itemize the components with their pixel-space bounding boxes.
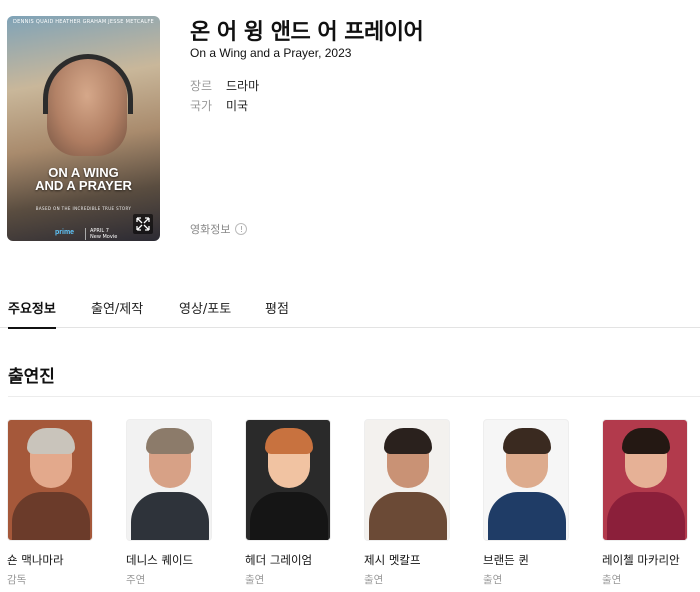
- cast-photo-body: [607, 492, 685, 540]
- meta-value: 드라마: [226, 79, 260, 93]
- cast-name[interactable]: 브랜든 퀸: [483, 552, 573, 568]
- cast-name[interactable]: 헤더 그레이엄: [245, 552, 335, 568]
- movie-info-label: 영화정보: [190, 223, 231, 236]
- cast-member[interactable]: 제시 멧칼프 출연: [364, 419, 454, 587]
- cast-photo[interactable]: [364, 419, 450, 541]
- cast-photo-body: [250, 492, 328, 540]
- meta-label: 국가: [190, 99, 213, 113]
- content-tabs: 주요정보 출연/제작 영상/포토 평점: [0, 288, 700, 329]
- cast-name[interactable]: 숀 맥나마라: [7, 552, 97, 568]
- movie-info-link[interactable]: 영화정보 !: [190, 221, 248, 237]
- tab-media-photo[interactable]: 영상/포토: [179, 288, 231, 328]
- movie-subtitle: On a Wing and a Prayer, 2023: [190, 46, 352, 60]
- cast-photo[interactable]: [483, 419, 569, 541]
- cast-role: 감독: [7, 574, 27, 586]
- cast-member[interactable]: 헤더 그레이엄 출연: [245, 419, 335, 587]
- tab-main-info[interactable]: 주요정보: [8, 288, 56, 329]
- cast-list: 숀 맥나마라 감독 데니스 퀘이드 주연 헤더 그레이엄 출연 제시 멧칼프 출…: [0, 419, 700, 589]
- section-divider: [8, 396, 700, 397]
- cast-photo-body: [131, 492, 209, 540]
- poster-credit: DENNIS QUAID: [13, 19, 54, 25]
- poster-brand-logo: prime: [55, 229, 75, 236]
- cast-name[interactable]: 데니스 퀘이드: [126, 552, 216, 568]
- poster-headset: [43, 54, 133, 114]
- cast-member[interactable]: 레이첼 마카리안 출연: [602, 419, 692, 587]
- cast-photo-hair: [503, 428, 551, 454]
- movie-title: 온 어 윙 앤드 어 프레이어: [190, 20, 424, 45]
- meta-country: 국가 미국: [190, 97, 248, 114]
- cast-photo-body: [12, 492, 90, 540]
- cast-role: 출연: [245, 574, 265, 586]
- cast-photo-hair: [622, 428, 670, 454]
- poster-tagline: BASED ON THE INCREDIBLE TRUE STORY: [35, 206, 132, 211]
- movie-poster[interactable]: DENNIS QUAID HEATHER GRAHAM JESSE METCAL…: [7, 16, 160, 241]
- tab-ratings[interactable]: 평점: [265, 288, 289, 328]
- poster-credit: HEATHER GRAHAM: [55, 19, 107, 25]
- cast-member[interactable]: 데니스 퀘이드 주연: [126, 419, 216, 587]
- cast-role: 출연: [483, 574, 503, 586]
- cast-role: 출연: [602, 574, 622, 586]
- cast-role: 주연: [126, 574, 146, 586]
- poster-release-date: APRIL 7 New Movie: [85, 228, 117, 240]
- cast-photo-body: [488, 492, 566, 540]
- cast-name[interactable]: 레이첼 마카리안: [602, 552, 692, 568]
- cast-role: 출연: [364, 574, 384, 586]
- meta-value: 미국: [226, 99, 249, 113]
- cast-photo-hair: [384, 428, 432, 454]
- poster-title-line: AND A PRAYER: [35, 178, 132, 193]
- cast-photo-hair: [146, 428, 194, 454]
- meta-genre: 장르 드라마: [190, 77, 259, 94]
- cast-photo[interactable]: [245, 419, 331, 541]
- cast-member[interactable]: 브랜든 퀸 출연: [483, 419, 573, 587]
- cast-photo[interactable]: [126, 419, 212, 541]
- expand-icon[interactable]: [133, 214, 153, 234]
- poster-credit: JESSE METCALFE: [108, 19, 154, 25]
- cast-member[interactable]: 숀 맥나마라 감독: [7, 419, 97, 587]
- cast-photo[interactable]: [7, 419, 93, 541]
- cast-section-title: 출연진: [8, 367, 55, 387]
- poster-credits: DENNIS QUAID HEATHER GRAHAM JESSE METCAL…: [13, 19, 154, 25]
- cast-photo-hair: [27, 428, 75, 454]
- cast-photo[interactable]: [602, 419, 688, 541]
- cast-photo-hair: [265, 428, 313, 454]
- cast-photo-body: [369, 492, 447, 540]
- poster-date-line: New Movie: [90, 234, 118, 240]
- cast-name[interactable]: 제시 멧칼프: [364, 552, 454, 568]
- tab-cast-crew[interactable]: 출연/제작: [91, 288, 143, 328]
- info-icon[interactable]: !: [235, 223, 248, 235]
- poster-title: ON A WING AND A PRAYER: [7, 166, 160, 192]
- meta-label: 장르: [190, 79, 213, 93]
